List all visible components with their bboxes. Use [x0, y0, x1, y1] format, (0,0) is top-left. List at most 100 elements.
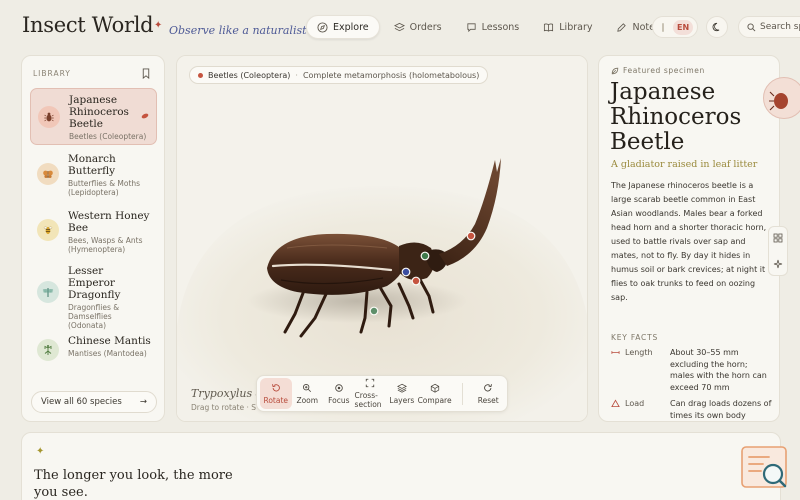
- butterfly-icon: [37, 163, 59, 185]
- sparkle-icon[interactable]: [773, 259, 783, 269]
- featured-specimen-panel: Featured specimen Japanese Rhinoceros Be…: [598, 55, 780, 422]
- nav-lessons-label: Lessons: [481, 21, 520, 33]
- search-icon: [747, 22, 756, 31]
- species-item-rhinoceros-beetle[interactable]: Japanese Rhinoceros Beetle Beetles (Cole…: [30, 88, 157, 145]
- fact-load: Load Can drag loads dozens of times its …: [611, 398, 772, 421]
- fact-load-value: Can drag loads dozens of times its own b…: [670, 399, 772, 420]
- taxonomy-breadcrumb: Beetles (Coleoptera) · Complete metamorp…: [189, 66, 489, 84]
- species-item-emperor-dragonfly[interactable]: Lesser Emperor Dragonfly Dragonflies & D…: [30, 260, 157, 330]
- interaction-hint: Drag to rotate · S: [191, 403, 257, 412]
- sparkle-icon: ✦: [36, 446, 45, 457]
- zoom-icon: [303, 383, 312, 392]
- moon-icon: [712, 22, 720, 32]
- featured-kicker: Featured specimen: [611, 66, 705, 75]
- observe-search-icon[interactable]: [739, 444, 789, 492]
- beetle-icon: [769, 91, 788, 111]
- key-facts-heading: KEY FACTS: [611, 333, 659, 342]
- library-panel: LIBRARY Japanese Rhinoceros Beetle Beetl…: [21, 55, 165, 422]
- focus-label: Focus: [328, 395, 350, 405]
- view-all-button[interactable]: View all 60 species →: [31, 391, 157, 413]
- language-divider: [662, 23, 664, 32]
- compare-tool[interactable]: Compare: [418, 378, 452, 409]
- featured-thumbnail[interactable]: [763, 77, 800, 119]
- app-header: Insect World ✦ Observe like a naturalist…: [0, 0, 800, 54]
- species-group: Mantises (Mantodea): [68, 349, 147, 358]
- weight-icon: [611, 399, 620, 408]
- species-name: Chinese Mantis: [68, 335, 151, 347]
- language-toggle[interactable]: EN: [652, 16, 698, 38]
- layers-tool[interactable]: Layers: [386, 378, 418, 409]
- viewer-toolbar: Rotate Zoom Focus Cross-section Layers C…: [256, 375, 508, 412]
- language-current: EN: [673, 20, 694, 35]
- arrow-right-icon: →: [139, 397, 147, 407]
- featured-description: The Japanese rhinoceros beetle is a larg…: [611, 181, 767, 302]
- banner-headline: The longer you look, the more you see.: [34, 468, 233, 500]
- list-fade: [22, 361, 164, 391]
- fact-length-label: Length: [625, 348, 653, 357]
- hotspot-leg: [369, 306, 379, 316]
- bee-icon: [37, 219, 59, 241]
- rotate-icon: [271, 383, 280, 391]
- search-input[interactable]: [760, 22, 800, 32]
- observation-banner: ✦ The longer you look, the more you see.: [21, 432, 781, 500]
- reset-tool[interactable]: Reset: [473, 378, 505, 409]
- side-tool-rail: [768, 226, 788, 276]
- species-group: Bees, Wasps & Ants (Hymenoptera): [68, 236, 143, 254]
- hotspot-mouthparts: [411, 276, 421, 286]
- nav-orders-label: Orders: [409, 21, 442, 33]
- reset-icon: [484, 383, 493, 391]
- nav-library[interactable]: Library: [533, 15, 602, 39]
- app-brand[interactable]: Insect World: [22, 13, 154, 37]
- cross-section-label: Cross-section: [354, 391, 382, 409]
- zoom-label: Zoom: [296, 395, 319, 405]
- beetle-icon: [38, 106, 60, 128]
- fact-length-value: About 30–55 mm excluding the horn; males…: [670, 348, 767, 392]
- rotate-label: Rotate: [263, 395, 289, 405]
- species-group: Butterflies & Moths (Lepidoptera): [68, 179, 141, 197]
- beetle-model[interactable]: [177, 56, 588, 422]
- nav-explore-label: Explore: [333, 21, 369, 33]
- compare-icon: [430, 383, 439, 393]
- app-tagline: Observe like a naturalist: [169, 24, 307, 37]
- library-heading: LIBRARY: [33, 69, 71, 78]
- fact-load-label: Load: [625, 399, 645, 408]
- specimen-viewer[interactable]: Beetles (Coleoptera) · Complete metamorp…: [176, 55, 588, 422]
- nav-library-label: Library: [559, 21, 593, 33]
- species-item-monarch-butterfly[interactable]: Monarch Butterfly Butterflies & Moths (L…: [30, 148, 157, 202]
- pencil-icon: [617, 22, 627, 32]
- dragonfly-icon: [37, 281, 59, 303]
- order-dot: [198, 72, 203, 78]
- focus-tool[interactable]: Focus: [323, 378, 355, 409]
- reset-label: Reset: [477, 395, 499, 405]
- compass-icon: [317, 21, 328, 33]
- cross-section-icon: [366, 378, 375, 388]
- sparkle-icon: ✦: [154, 20, 163, 31]
- breadcrumb-development: Complete metamorphosis (holometabolous): [302, 70, 480, 80]
- species-item-honey-bee[interactable]: Western Honey Bee Bees, Wasps & Ants (Hy…: [30, 205, 157, 257]
- nav-explore[interactable]: Explore: [306, 15, 380, 39]
- search-box[interactable]: [738, 16, 800, 38]
- species-group: Beetles (Coleoptera): [69, 132, 147, 141]
- nav-lessons[interactable]: Lessons: [456, 15, 530, 39]
- grid-icon[interactable]: [773, 233, 783, 243]
- species-name: Western Honey Bee: [68, 210, 150, 234]
- bookmark-icon[interactable]: [141, 68, 151, 79]
- rotate-tool[interactable]: Rotate: [260, 378, 292, 409]
- toolbar-divider: [461, 382, 463, 405]
- nav-orders[interactable]: Orders: [384, 15, 452, 39]
- theme-toggle[interactable]: [706, 16, 728, 38]
- species-name: Monarch Butterfly: [68, 153, 116, 177]
- breadcrumb-order[interactable]: Beetles (Coleoptera): [208, 71, 290, 80]
- zoom-tool[interactable]: Zoom: [292, 378, 324, 409]
- compare-label: Compare: [417, 395, 452, 405]
- featured-kicker-label: Featured specimen: [623, 66, 705, 75]
- hotspot-pronotum: [420, 251, 430, 261]
- fact-length: Length About 30–55 mm excluding the horn…: [611, 347, 771, 392]
- cross-section-tool[interactable]: Cross-section: [355, 378, 387, 409]
- leaf-marker-icon: [141, 113, 149, 119]
- main-nav: Explore Orders Lessons Library Notes: [306, 15, 670, 39]
- scientific-name: Trypoxylus d: [191, 387, 263, 400]
- chat-icon: [467, 22, 476, 32]
- layers-icon: [393, 22, 405, 31]
- leaf-icon: [611, 67, 619, 74]
